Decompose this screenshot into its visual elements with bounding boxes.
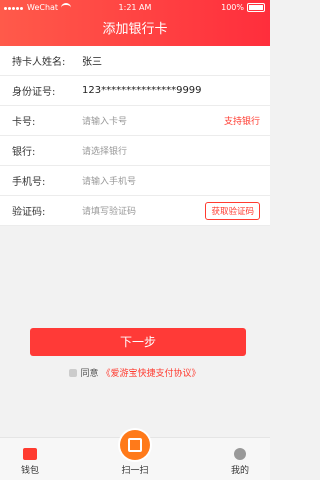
row-id-number: 身份证号: 123***************9999: [0, 76, 270, 106]
tab-scan-label: 扫一扫: [121, 466, 149, 476]
verification-code-label: 验证码:: [12, 207, 46, 218]
card-number-label: 卡号:: [12, 117, 36, 128]
battery-percent: 100%: [221, 3, 244, 12]
tab-mine-label: 我的: [230, 466, 249, 476]
bank-label: 银行:: [12, 147, 36, 158]
agree-checkbox[interactable]: [69, 368, 78, 377]
id-number-label: 身份证号:: [12, 87, 56, 98]
scan-button[interactable]: [120, 430, 150, 460]
phone-input[interactable]: 请输入手机号: [82, 174, 136, 187]
cardholder-name-label: 持卡人姓名:: [12, 57, 66, 68]
bank-card-form: 持卡人姓名: 张三 身份证号: 123***************9999 卡…: [0, 46, 270, 226]
status-bar: WeChat 1:21 AM 100%: [0, 0, 270, 16]
supported-banks-link[interactable]: 支持银行: [224, 114, 260, 127]
get-code-button[interactable]: 获取验证码: [205, 201, 260, 220]
page-title: 添加银行卡: [102, 22, 168, 37]
row-bank[interactable]: 银行: 请选择银行: [0, 136, 270, 166]
verification-code-input[interactable]: 请填写验证码: [82, 204, 136, 217]
card-number-input[interactable]: 请输入卡号: [82, 114, 127, 127]
next-button[interactable]: 下一步: [30, 328, 246, 356]
header-bar: WeChat 1:21 AM 100% 添加银行卡: [0, 0, 270, 46]
cardholder-name-value: 张三: [82, 57, 102, 68]
battery-icon: [247, 3, 265, 12]
tab-mine[interactable]: 我的: [220, 448, 260, 476]
row-card-number[interactable]: 卡号: 请输入卡号 支持银行: [0, 106, 270, 136]
scan-icon: [128, 438, 142, 452]
phone-label: 手机号:: [12, 177, 46, 188]
row-verification-code[interactable]: 验证码: 请填写验证码 获取验证码: [0, 196, 270, 226]
agree-prefix: 同意: [80, 369, 99, 379]
tab-wallet-label: 钱包: [20, 466, 39, 476]
agreement-row: 同意 《爱游宝快捷支付协议》: [0, 366, 270, 379]
agreement-link[interactable]: 《爱游宝快捷支付协议》: [102, 366, 201, 379]
row-cardholder-name: 持卡人姓名: 张三: [0, 46, 270, 76]
status-right: 100%: [221, 3, 265, 12]
tab-scan[interactable]: 扫一扫: [115, 463, 155, 476]
tab-bar: 钱包 扫一扫 我的: [0, 430, 270, 480]
bank-select[interactable]: 请选择银行: [82, 144, 127, 157]
wallet-icon: [23, 448, 37, 460]
user-icon: [234, 448, 246, 460]
row-phone[interactable]: 手机号: 请输入手机号: [0, 166, 270, 196]
id-number-value: 123***************9999: [82, 85, 202, 96]
tab-wallet[interactable]: 钱包: [10, 448, 50, 476]
